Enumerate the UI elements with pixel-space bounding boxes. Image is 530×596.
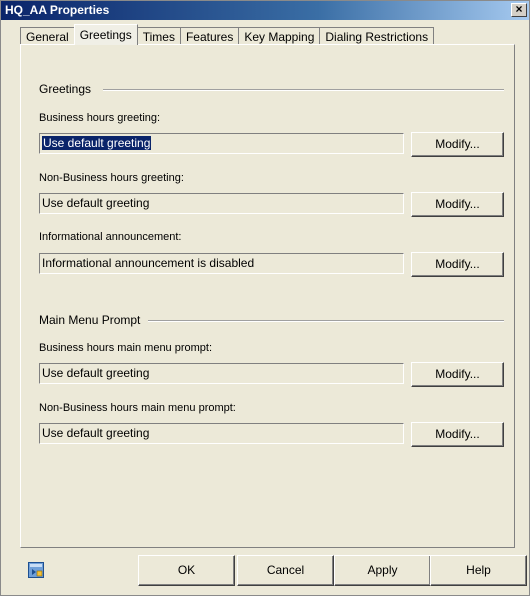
tab-strip: General Greetings Times Features Key Map…: [20, 23, 435, 45]
non-business-hours-main-menu-label: Non-Business hours main menu prompt:: [39, 402, 236, 414]
cancel-button[interactable]: Cancel: [237, 555, 334, 586]
modify-business-hours-greeting-button[interactable]: Modify...: [411, 132, 504, 157]
tab-features[interactable]: Features: [179, 27, 240, 45]
business-hours-greeting-field[interactable]: Use default greeting: [39, 133, 404, 154]
title-bar[interactable]: HQ_AA Properties ×: [1, 1, 529, 20]
tab-times[interactable]: Times: [136, 27, 181, 45]
mmc-snapin-icon: [28, 562, 44, 578]
informational-announcement-field[interactable]: Informational announcement is disabled: [39, 253, 404, 274]
modify-informational-announcement-button[interactable]: Modify...: [411, 252, 504, 277]
ok-button[interactable]: OK: [138, 555, 235, 586]
modify-business-hours-main-menu-button[interactable]: Modify...: [411, 362, 504, 387]
apply-button[interactable]: Apply: [334, 555, 431, 586]
window-title: HQ_AA Properties: [5, 3, 110, 17]
tab-greetings[interactable]: Greetings: [73, 24, 138, 45]
main-menu-prompt-heading: Main Menu Prompt: [39, 313, 141, 327]
business-hours-main-menu-field[interactable]: Use default greeting: [39, 363, 404, 384]
greetings-heading: Greetings: [39, 82, 92, 96]
tab-dialing-restrictions[interactable]: Dialing Restrictions: [319, 27, 435, 45]
tab-general[interactable]: General: [20, 27, 75, 45]
close-button[interactable]: ×: [511, 3, 527, 17]
non-business-hours-greeting-field[interactable]: Use default greeting: [39, 193, 404, 214]
business-hours-main-menu-label: Business hours main menu prompt:: [39, 342, 213, 354]
greetings-divider: [103, 89, 504, 91]
properties-dialog: HQ_AA Properties × General Greetings Tim…: [0, 0, 530, 596]
modify-non-business-hours-main-menu-button[interactable]: Modify...: [411, 422, 504, 447]
informational-announcement-label: Informational announcement:: [39, 231, 182, 243]
main-menu-prompt-divider: [148, 320, 504, 322]
business-hours-greeting-label: Business hours greeting:: [39, 112, 161, 124]
modify-non-business-hours-greeting-button[interactable]: Modify...: [411, 192, 504, 217]
business-hours-greeting-value: Use default greeting: [42, 136, 152, 150]
tab-key-mapping[interactable]: Key Mapping: [238, 27, 321, 45]
help-button[interactable]: Help: [430, 555, 527, 586]
non-business-hours-greeting-label: Non-Business hours greeting:: [39, 172, 184, 184]
non-business-hours-main-menu-field[interactable]: Use default greeting: [39, 423, 404, 444]
greetings-panel: Greetings Business hours greeting: Use d…: [20, 44, 515, 548]
